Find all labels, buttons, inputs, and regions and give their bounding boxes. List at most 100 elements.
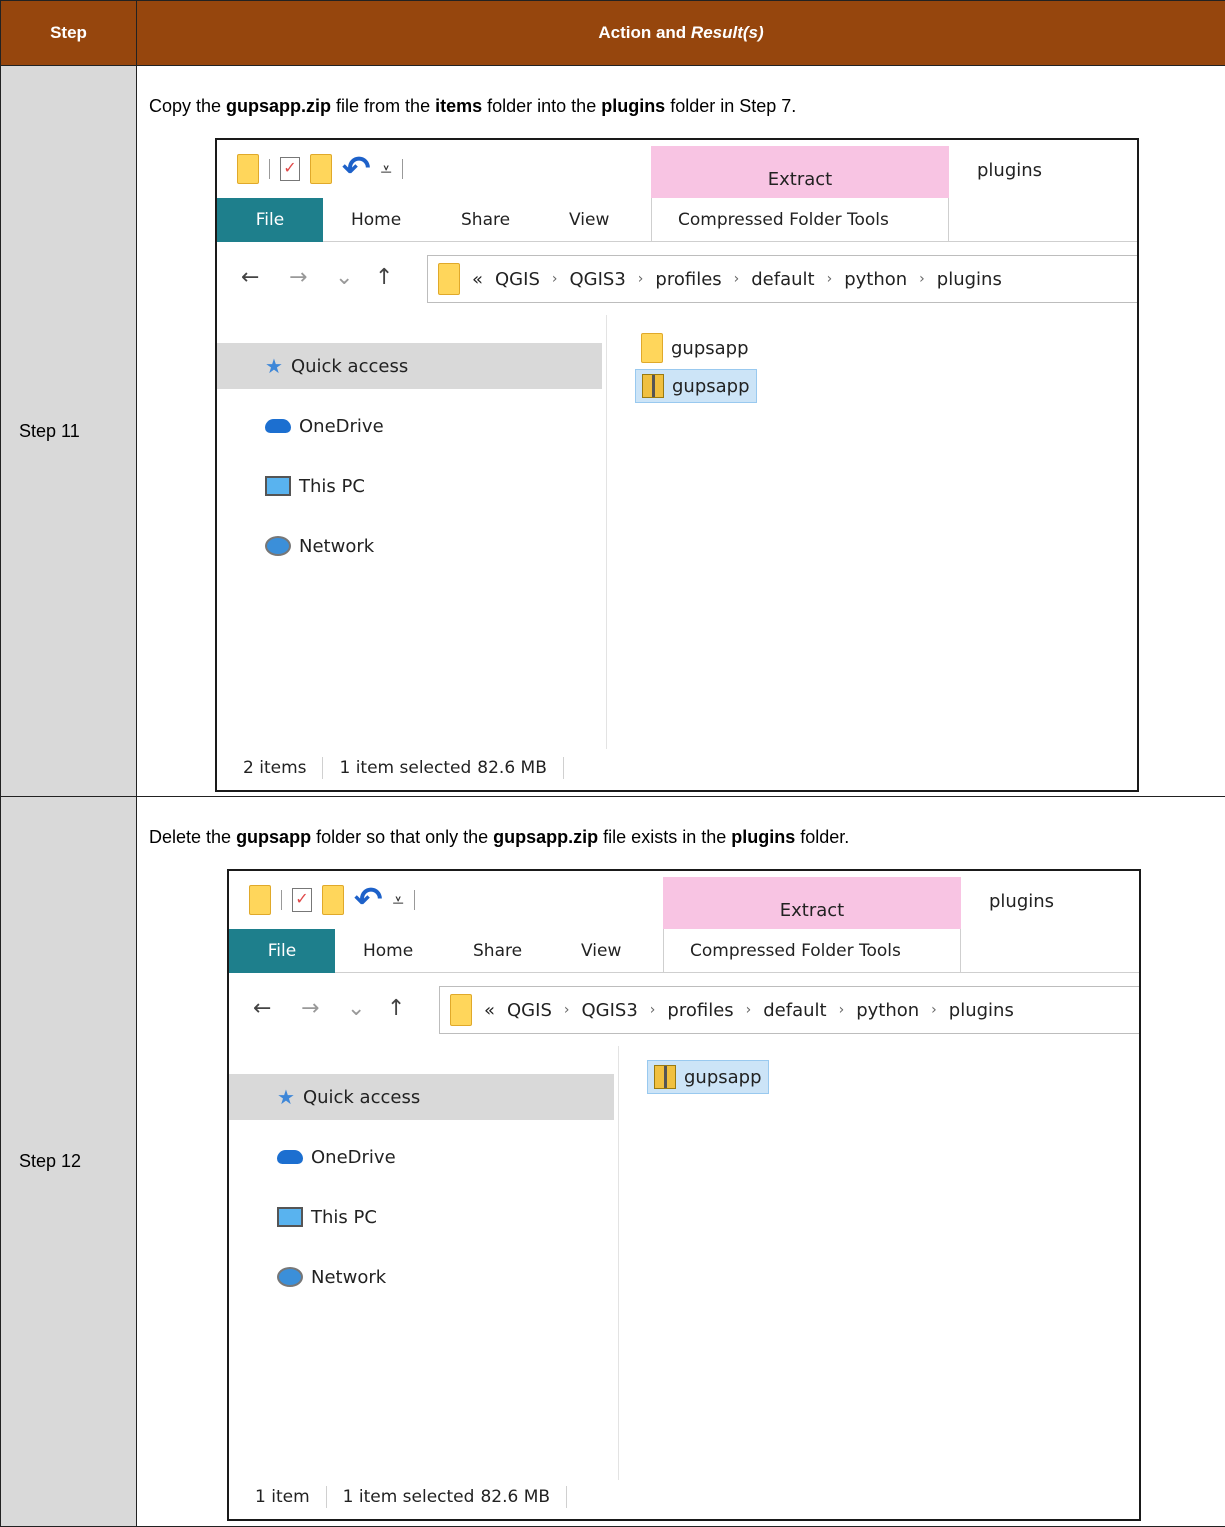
back-button[interactable]: ←	[253, 996, 271, 1021]
breadcrumb-item[interactable]: default	[751, 269, 814, 290]
nav-item-label: Network	[299, 536, 374, 557]
quick-access-toolbar: ✓ ↶ ⩡	[217, 140, 647, 198]
selected-size: 82.6 MB	[477, 758, 547, 778]
instruction-segment: folder.	[795, 827, 849, 847]
breadcrumb-item[interactable]: python	[856, 1000, 919, 1021]
compressed-folder-tools-label[interactable]: Compressed Folder Tools	[690, 929, 901, 973]
network-icon	[277, 1267, 303, 1287]
address-path[interactable]: «QGIS›QGIS3›profiles›default›python›plug…	[427, 255, 1137, 303]
compressed-folder-tools-group: Compressed Folder Tools	[663, 929, 961, 973]
breadcrumb-item[interactable]: plugins	[949, 1000, 1014, 1021]
chevron-right-icon: ›	[650, 1002, 656, 1018]
chevron-right-icon: ›	[552, 271, 558, 287]
ribbon-tabs: File Home Share View Compressed Folder Tools	[229, 929, 1139, 973]
tab-file[interactable]: File	[229, 929, 335, 973]
tab-home[interactable]: Home	[351, 198, 401, 242]
up-button[interactable]: ↑	[387, 996, 405, 1021]
nav-item-onedrive[interactable]: OneDrive	[229, 1134, 614, 1180]
ribbon-tabs: File Home Share View Compressed Folder Tools	[217, 198, 1137, 242]
navigation-pane: ★Quick access OneDrive This PC Network	[229, 1046, 619, 1480]
chevron-right-icon: ›	[564, 1002, 570, 1018]
properties-icon[interactable]: ✓	[292, 888, 312, 912]
extract-tab[interactable]: Extract	[663, 877, 961, 929]
nav-item-quick-access[interactable]: ★Quick access	[229, 1074, 614, 1120]
compressed-folder-tools-label[interactable]: Compressed Folder Tools	[678, 198, 889, 242]
nav-item-this-pc[interactable]: This PC	[229, 1194, 614, 1240]
chevron-right-icon: ›	[638, 271, 644, 287]
nav-item-label: Network	[311, 1267, 386, 1288]
navigation-pane: ★Quick access OneDrive This PC Network	[217, 315, 607, 749]
divider	[402, 159, 403, 179]
file-item[interactable]: gupsapp	[635, 331, 755, 365]
instruction-text: Copy the gupsapp.zip file from the items…	[137, 66, 1225, 138]
divider	[326, 1486, 327, 1508]
breadcrumb-item[interactable]: default	[763, 1000, 826, 1021]
breadcrumb-item[interactable]: QGIS	[507, 1000, 552, 1021]
properties-icon[interactable]: ✓	[280, 157, 300, 181]
divider	[566, 1486, 567, 1508]
file-list: gupsapp	[621, 1046, 1139, 1480]
new-folder-icon[interactable]	[310, 154, 332, 184]
computer-icon	[277, 1207, 303, 1227]
breadcrumb-item[interactable]: profiles	[667, 1000, 733, 1021]
nav-item-quick-access[interactable]: ★Quick access	[217, 343, 602, 389]
tab-share[interactable]: Share	[473, 929, 522, 973]
explorer-window: ✓ ↶ ⩡ Extract plugins File Home Share View Compre…	[227, 869, 1141, 1521]
selected-count: 1 item selected	[339, 758, 471, 778]
breadcrumb-overflow[interactable]: «	[472, 269, 483, 290]
tab-file[interactable]: File	[217, 198, 323, 242]
address-bar: ←→⌄↑«QGIS›QGIS3›profiles›default›python›…	[229, 974, 1139, 1046]
selection-info: 1 item selected 82.6 MB	[339, 758, 546, 778]
nav-item-network[interactable]: Network	[217, 523, 602, 569]
item-count: 1 item	[255, 1487, 310, 1507]
step-label: Step 11	[1, 66, 137, 797]
file-item[interactable]: gupsapp	[635, 369, 757, 403]
nav-item-label: Quick access	[291, 356, 408, 377]
instruction-segment: gupsapp.zip	[493, 827, 598, 847]
instruction-segment: gupsapp	[236, 827, 311, 847]
breadcrumb-item[interactable]: QGIS3	[581, 1000, 637, 1021]
nav-item-this-pc[interactable]: This PC	[217, 463, 602, 509]
new-folder-icon[interactable]	[322, 885, 344, 915]
breadcrumb-item[interactable]: python	[844, 269, 907, 290]
tab-home[interactable]: Home	[363, 929, 413, 973]
address-path[interactable]: «QGIS›QGIS3›profiles›default›python›plug…	[439, 986, 1139, 1034]
nav-item-label: Quick access	[303, 1087, 420, 1108]
nav-item-network[interactable]: Network	[229, 1254, 614, 1300]
explorer-window: ✓ ↶ ⩡ Extract plugins File Home Share View Compre…	[215, 138, 1139, 792]
divider	[563, 757, 564, 779]
address-bar: ←→⌄↑«QGIS›QGIS3›profiles›default›python›…	[217, 243, 1137, 315]
breadcrumb-item[interactable]: plugins	[937, 269, 1002, 290]
file-name: gupsapp	[671, 338, 749, 359]
recent-locations-button[interactable]: ⌄	[347, 996, 365, 1021]
extract-tab[interactable]: Extract	[651, 146, 949, 198]
action-cell: Delete the gupsapp folder so that only t…	[137, 797, 1225, 1527]
tab-share[interactable]: Share	[461, 198, 510, 242]
breadcrumb-item[interactable]: QGIS	[495, 269, 540, 290]
chevron-right-icon: ›	[746, 1002, 752, 1018]
header-action: Action and Result(s)	[137, 1, 1225, 66]
cloud-icon	[265, 419, 291, 433]
up-button[interactable]: ↑	[375, 265, 393, 290]
nav-item-label: OneDrive	[311, 1147, 396, 1168]
nav-item-onedrive[interactable]: OneDrive	[217, 403, 602, 449]
instruction-segment: folder in Step 7.	[665, 96, 796, 116]
breadcrumb-item[interactable]: QGIS3	[569, 269, 625, 290]
tab-view[interactable]: View	[581, 929, 621, 973]
forward-button[interactable]: →	[289, 265, 307, 290]
tab-view[interactable]: View	[569, 198, 609, 242]
customize-dropdown-icon[interactable]: ⩡	[393, 888, 404, 912]
file-name: gupsapp	[684, 1067, 762, 1088]
recent-locations-button[interactable]: ⌄	[335, 265, 353, 290]
chevron-right-icon: ›	[931, 1002, 937, 1018]
forward-button[interactable]: →	[301, 996, 319, 1021]
customize-dropdown-icon[interactable]: ⩡	[381, 157, 392, 181]
undo-icon[interactable]: ↶	[342, 154, 371, 184]
breadcrumb-item[interactable]: profiles	[655, 269, 721, 290]
undo-icon[interactable]: ↶	[354, 885, 383, 915]
nav-item-label: This PC	[299, 476, 365, 497]
back-button[interactable]: ←	[241, 265, 259, 290]
file-item[interactable]: gupsapp	[647, 1060, 769, 1094]
zip-folder-icon	[654, 1065, 676, 1089]
breadcrumb-overflow[interactable]: «	[484, 1000, 495, 1021]
